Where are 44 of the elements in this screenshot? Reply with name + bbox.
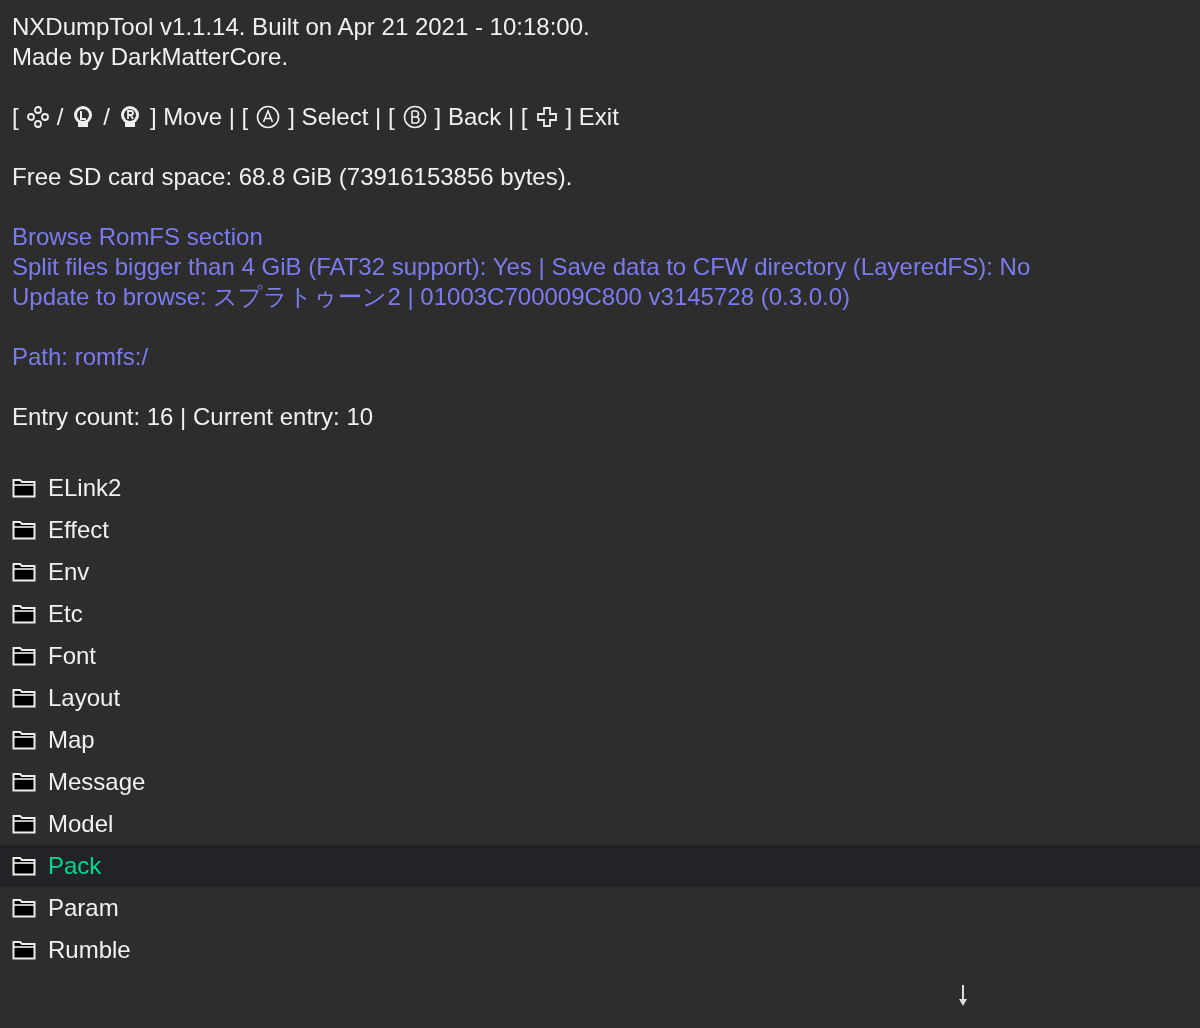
folder-icon <box>12 688 36 708</box>
b-button-icon <box>402 105 427 129</box>
folder-icon <box>12 562 36 582</box>
dpad-icon <box>26 106 49 128</box>
folder-icon <box>12 772 36 792</box>
info-text: Split files bigger than 4 GiB (FAT32 support): Yes | Save data to CFW directory (LayeredFS): No <box>12 252 1031 282</box>
entry-count-text: Entry count: 16 | Current entry: 10 <box>12 402 374 432</box>
folder-name[interactable]: Param <box>48 893 119 923</box>
folder-icon <box>12 814 36 834</box>
info-text: Browse RomFS section <box>12 222 263 252</box>
folder-name[interactable]: Etc <box>48 599 83 629</box>
plus-icon <box>535 106 558 128</box>
folder-name[interactable]: Map <box>48 725 95 755</box>
folder-name[interactable]: Rumble <box>48 935 131 965</box>
header-text: NXDumpTool v1.1.14. Built on Apr 21 2021 - 10:18:00. <box>12 12 590 42</box>
controls-text: / <box>56 102 64 132</box>
right-stick-icon <box>118 105 142 129</box>
controls-text: / <box>103 102 110 132</box>
folder-icon <box>12 520 36 540</box>
controls-text: ] Back | [ <box>434 102 528 132</box>
folder-icon <box>12 478 36 498</box>
info-text: Update to browse: スプラトゥーン2 | 01003C700009C800 v3145728 (0.3.0.0) <box>12 282 851 312</box>
controls-text: [ <box>12 102 19 132</box>
folder-name[interactable]: Effect <box>48 515 109 545</box>
controls-text: ] Move | [ <box>150 102 249 132</box>
controls-text: ] Select | [ <box>288 102 395 132</box>
folder-icon <box>12 730 36 750</box>
folder-name[interactable]: Layout <box>48 683 121 713</box>
header-text: Made by DarkMatterCore. <box>12 42 289 72</box>
path-text: Path: romfs:/ <box>12 342 149 372</box>
folder-icon <box>12 646 36 666</box>
folder-name[interactable]: Pack <box>48 851 102 881</box>
controls-text: ] Exit <box>565 102 619 132</box>
folder-name[interactable]: Env <box>48 557 90 587</box>
folder-icon <box>12 856 36 876</box>
folder-name[interactable]: Message <box>48 767 146 797</box>
folder-name[interactable]: ELink2 <box>48 473 122 503</box>
folder-icon <box>12 604 36 624</box>
a-button-icon <box>256 105 281 129</box>
folder-name[interactable]: Model <box>48 809 114 839</box>
free-space-text: Free SD card space: 68.8 GiB (73916153856 bytes). <box>12 162 573 192</box>
folder-icon <box>12 940 36 960</box>
folder-icon <box>12 898 36 918</box>
folder-name[interactable]: Font <box>48 641 97 671</box>
